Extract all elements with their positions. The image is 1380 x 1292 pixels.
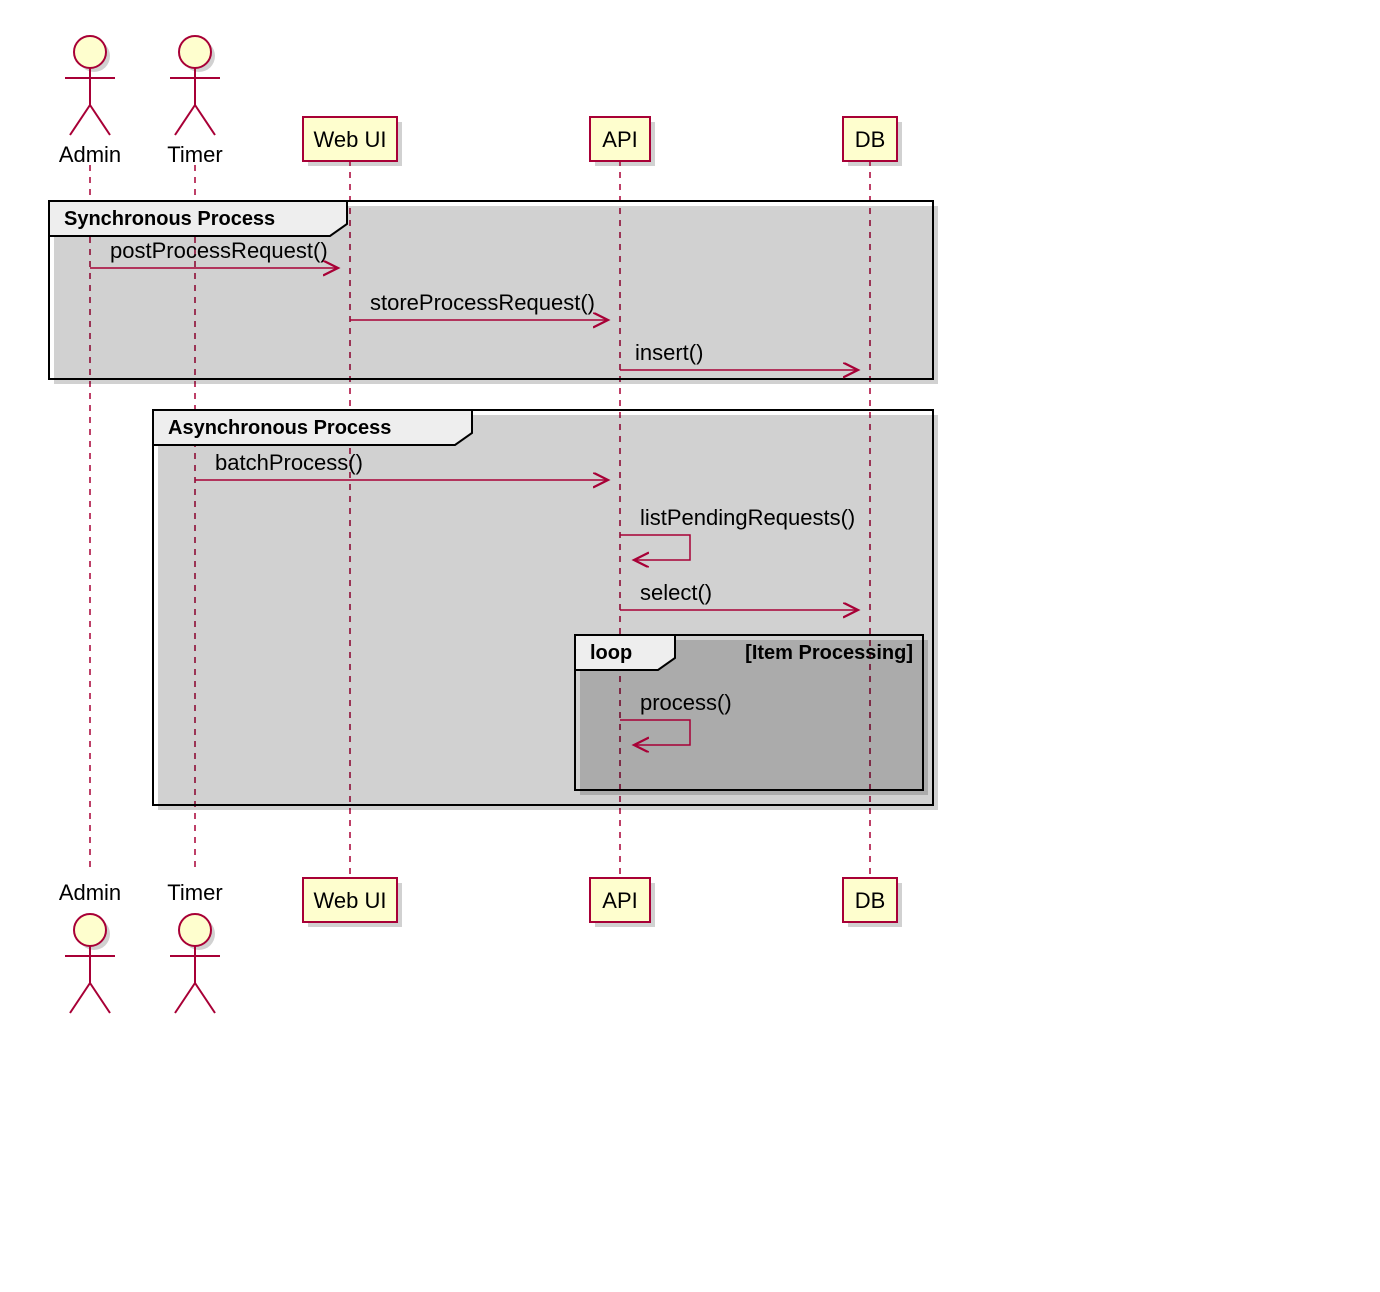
msg-m3: insert() [635,340,703,365]
participant-api-top: API [590,117,650,161]
svg-text:Admin: Admin [59,880,121,905]
svg-text:Timer: Timer [167,880,222,905]
participant-db-bottom: DB [843,878,897,922]
sequence-diagram: Admin Timer Web UI API DB Synchronous Pr… [20,20,1140,1120]
group-loop: loop [Item Processing] [575,635,928,795]
group-loop-cond: [Item Processing] [745,642,913,664]
msg-m1: postProcessRequest() [110,238,328,263]
participant-db-top: DB [843,117,897,161]
actor-timer-top: Timer [167,36,222,167]
msg-m6: select() [640,580,712,605]
participant-db-label: DB [855,127,886,152]
msg-m5: listPendingRequests() [640,505,855,530]
participant-webui-top: Web UI [303,117,397,161]
participant-api-bottom: API [590,878,650,922]
actor-admin-top: Admin [59,36,121,167]
msg-m2: storeProcessRequest() [370,290,595,315]
group-loop-label: loop [590,642,632,664]
svg-text:DB: DB [855,888,886,913]
msg-m4: batchProcess() [215,450,363,475]
group-async-label: Asynchronous Process [168,417,391,439]
participant-webui-label: Web UI [314,127,387,152]
msg-m7: process() [640,690,732,715]
group-sync-label: Synchronous Process [64,208,275,230]
actor-admin-label: Admin [59,142,121,167]
actor-timer-bottom: Timer [167,880,222,1013]
participant-api-label: API [602,127,637,152]
actor-admin-bottom: Admin [59,880,121,1013]
actor-timer-label: Timer [167,142,222,167]
svg-text:Web UI: Web UI [314,888,387,913]
participant-webui-bottom: Web UI [303,878,397,922]
svg-text:API: API [602,888,637,913]
